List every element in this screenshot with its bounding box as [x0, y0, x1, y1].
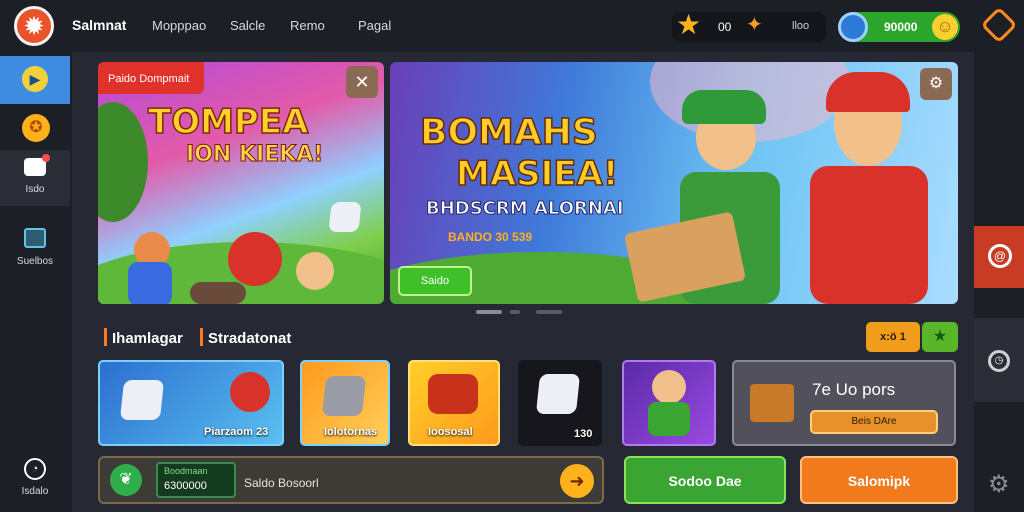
favorite-button[interactable]: ★	[922, 322, 958, 352]
rewards-icon: ✪	[22, 114, 50, 142]
character-body	[648, 402, 690, 436]
banner-title: TOMPEA	[147, 101, 309, 143]
hero-red-body	[810, 166, 928, 304]
banner-tag: Paido Dompmait	[98, 62, 204, 94]
banner-caption: BANDO 30 539	[448, 230, 533, 244]
coins-value: 90000	[884, 20, 918, 34]
left-rail: ▶ ✪ Isdo Suelbos ◔ Isdalo	[0, 52, 72, 512]
carousel-dot[interactable]	[536, 310, 562, 314]
balance-value: 6300000	[164, 480, 207, 492]
gift-icon: ✦	[746, 14, 763, 36]
crate-icon	[750, 384, 794, 422]
nav-item-2[interactable]: Salcle	[230, 18, 265, 33]
featured-banner-left[interactable]: Paido Dompmait ✕ TOMPEA ION KIEKA!	[98, 62, 384, 304]
character-red	[230, 372, 270, 412]
banner-title-line2: MASIEA!	[455, 153, 619, 195]
green-action-button[interactable]: Sodoo Dae	[624, 456, 786, 504]
character-head	[652, 370, 686, 404]
history-button[interactable]: ◷	[974, 318, 1024, 402]
settings-icon[interactable]: ⚙	[920, 68, 952, 100]
top-bar: Salmnat Mopppao Salcle Remo Pagal ★ 00 ✦…	[0, 0, 974, 52]
nav-item-1[interactable]: Mopppao	[152, 18, 206, 33]
brand-name[interactable]: Salmnat	[72, 17, 126, 33]
orange-action-button[interactable]: Salomipk	[800, 456, 958, 504]
hero-red-hair	[826, 72, 910, 112]
promo-title: 7e Uo pors	[812, 380, 896, 399]
section-accent	[104, 328, 107, 346]
screen-icon	[24, 228, 46, 248]
promo-card[interactable]: 7e Uo pors Beis DAre	[732, 360, 956, 446]
sidebar-item-screens[interactable]: Suelbos	[0, 224, 70, 274]
tile-label: Ioososal	[428, 426, 473, 438]
carousel-dot-active[interactable]	[476, 310, 502, 314]
banner-subtitle: ION KIEKA!	[185, 142, 324, 168]
coin-ring-icon	[838, 12, 868, 42]
home-icon: ▶	[22, 66, 48, 92]
notification-dot	[42, 154, 50, 162]
menu-icon[interactable]	[980, 6, 1018, 44]
banner-play-button[interactable]: Saido	[398, 266, 472, 296]
promo-button[interactable]: Beis DAre	[810, 410, 938, 434]
history-icon: ◷	[988, 350, 1010, 372]
filter-button[interactable]: x:ö 1	[866, 322, 920, 352]
section-tab-right[interactable]: Stradatonat	[208, 330, 291, 347]
tickets-value: lloo	[792, 20, 810, 32]
cube-icon	[535, 374, 581, 414]
sidebar-item-label: Isdo	[25, 184, 45, 195]
sidebar-item-label: Isdalo	[21, 486, 49, 497]
cube-icon	[321, 376, 367, 416]
game-tile[interactable]: Iolotornas	[300, 360, 390, 446]
game-tile[interactable]: Ioososal	[408, 360, 500, 446]
character-kid	[296, 252, 334, 290]
tile-label: 130	[574, 428, 593, 440]
section-tab-left[interactable]: Ihamlagar	[112, 330, 183, 347]
banner-subtitle: BHDSCRM ALORNAI	[426, 198, 625, 220]
right-rail: @ ◷ ⚙	[974, 0, 1024, 512]
game-tile[interactable]: Piarzaom 23	[98, 360, 284, 446]
cube-icon	[119, 380, 165, 420]
treasure-icon	[428, 374, 478, 414]
chat-icon: @	[988, 244, 1012, 268]
featured-banner-main[interactable]: ⚙ BOMAHS MASIEA! BHDSCRM ALORNAI BANDO 3…	[390, 62, 958, 304]
sidebar-item-inbox[interactable]: Isdo	[0, 150, 70, 206]
arrow-right-icon[interactable]: ➜	[560, 464, 594, 498]
hero-green-hat	[682, 90, 766, 124]
smiley-icon: ☺	[932, 14, 958, 40]
tree-shape	[98, 102, 148, 222]
balance-label: Saldo Bosoorl	[244, 476, 319, 490]
nav-item-3[interactable]: Remo	[290, 18, 325, 33]
gear-icon[interactable]: ⚙	[988, 470, 1010, 499]
stars-counter[interactable]: ★ 00 ✦ lloo	[672, 9, 826, 42]
chat-button[interactable]: @	[974, 226, 1024, 288]
clock-icon: ◔	[24, 458, 46, 480]
character-body	[128, 262, 172, 304]
logo-icon[interactable]	[14, 6, 54, 46]
sidebar-item-label: Suelbos	[16, 256, 54, 267]
close-icon[interactable]: ✕	[346, 66, 378, 98]
sidebar-item-settings[interactable]: ◔ Isdalo	[0, 452, 70, 506]
dice-icon	[328, 202, 362, 232]
tile-label: Piarzaom 23	[204, 426, 269, 438]
leaf-icon: ❦	[110, 464, 142, 496]
game-tile[interactable]	[622, 360, 716, 446]
sidebar-item-home[interactable]: ▶	[0, 56, 70, 104]
app-window: Salmnat Mopppao Salcle Remo Pagal ★ 00 ✦…	[0, 0, 1024, 512]
sidebar-item-rewards[interactable]: ✪	[0, 110, 70, 150]
star-icon: ★	[676, 9, 702, 40]
tile-label: Iolotornas	[324, 426, 378, 438]
carousel-dot[interactable]	[510, 310, 520, 314]
balance-bar[interactable]: ❦ Boodmaan 6300000 Saldo Bosoorl ➜	[98, 456, 604, 504]
game-tile[interactable]: 130	[518, 360, 602, 446]
coins-counter[interactable]: 90000 ☺	[838, 12, 960, 42]
nav-item-4[interactable]: Pagal	[358, 18, 391, 33]
character-red	[228, 232, 282, 286]
banner-title: BOMAHS	[419, 111, 598, 154]
balance-caption: Boodmaan	[164, 466, 208, 476]
log-shape	[190, 282, 246, 304]
section-accent	[200, 328, 203, 346]
stars-value: 00	[718, 20, 732, 34]
